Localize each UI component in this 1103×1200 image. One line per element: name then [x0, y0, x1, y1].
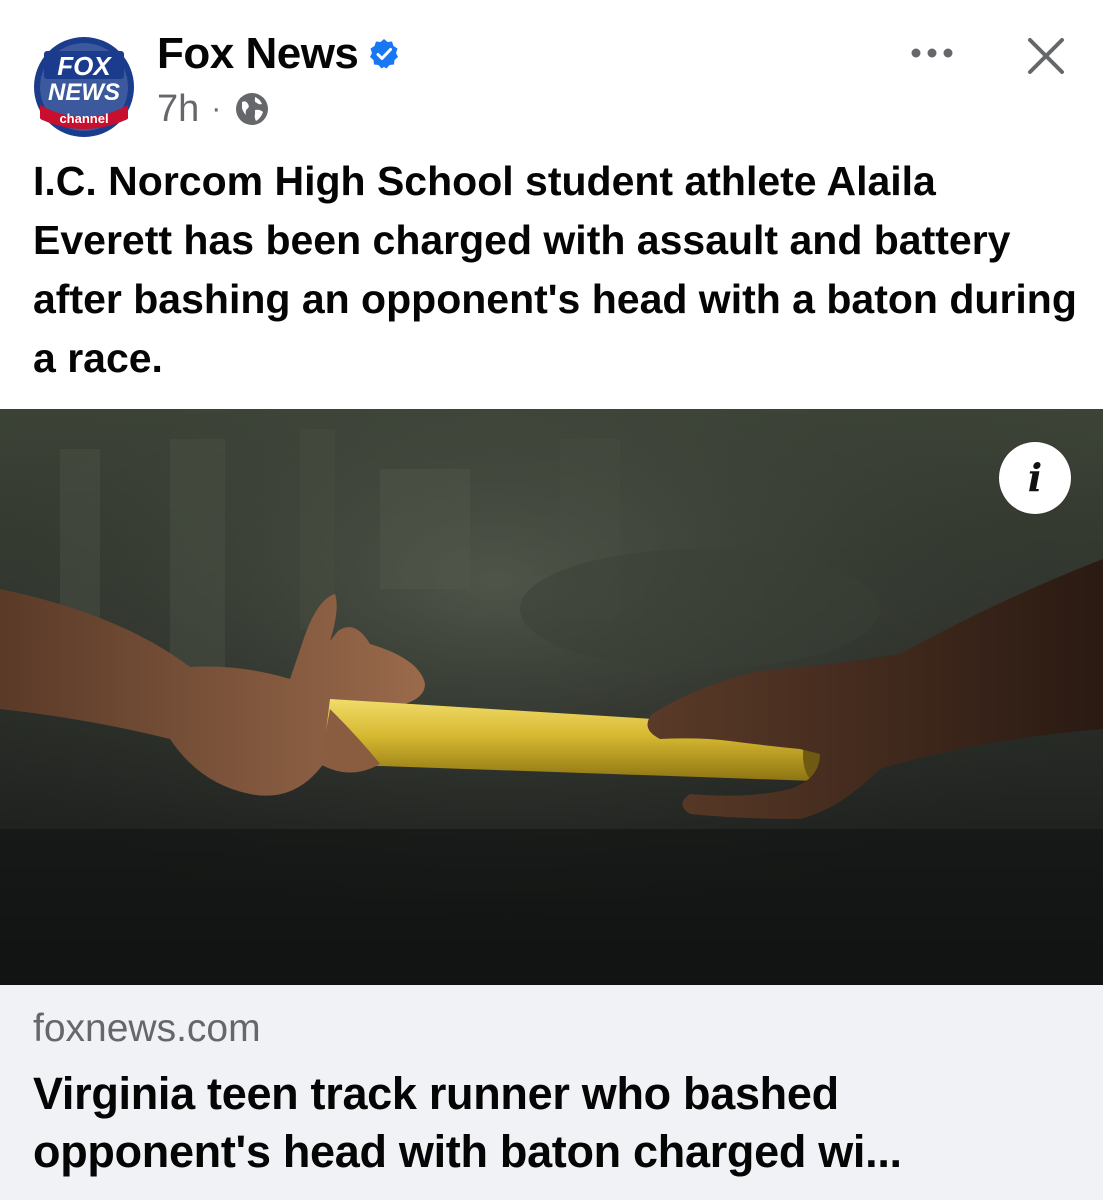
- post-timestamp[interactable]: 7h: [157, 88, 199, 131]
- post-header: FOX NEWS channel Fox News 7h ·: [0, 0, 1103, 141]
- info-button[interactable]: i: [999, 442, 1071, 514]
- fox-news-logo: FOX NEWS channel: [30, 33, 138, 141]
- link-title: Virginia teen track runner who bashed op…: [33, 1068, 902, 1177]
- close-icon: [1028, 38, 1064, 74]
- close-button[interactable]: [1018, 28, 1074, 84]
- link-domain: foxnews.com: [33, 1007, 261, 1050]
- page-name[interactable]: Fox News: [157, 29, 359, 79]
- more-options-button[interactable]: [902, 30, 962, 76]
- link-preview[interactable]: foxnews.com Virginia teen track runner w…: [0, 985, 1103, 1200]
- avatar[interactable]: FOX NEWS channel: [30, 33, 138, 141]
- logo-text-bottom: channel: [59, 111, 108, 126]
- facebook-post: FOX NEWS channel Fox News 7h · I.C. Norc…: [0, 0, 1103, 1200]
- post-caption: I.C. Norcom High School student athlete …: [33, 158, 1077, 381]
- globe-icon[interactable]: [233, 90, 271, 128]
- more-options-icon: [911, 48, 953, 58]
- logo-text-middle: NEWS: [48, 79, 120, 106]
- verified-badge-icon: [368, 38, 400, 70]
- post-image[interactable]: [0, 409, 1103, 985]
- meta-separator: ·: [211, 92, 222, 125]
- info-icon: i: [1027, 455, 1043, 500]
- page-name-row: Fox News: [157, 28, 400, 80]
- logo-text-top: FOX: [57, 51, 112, 81]
- post-meta: 7h ·: [157, 86, 271, 132]
- relay-baton-photo: [0, 409, 1103, 985]
